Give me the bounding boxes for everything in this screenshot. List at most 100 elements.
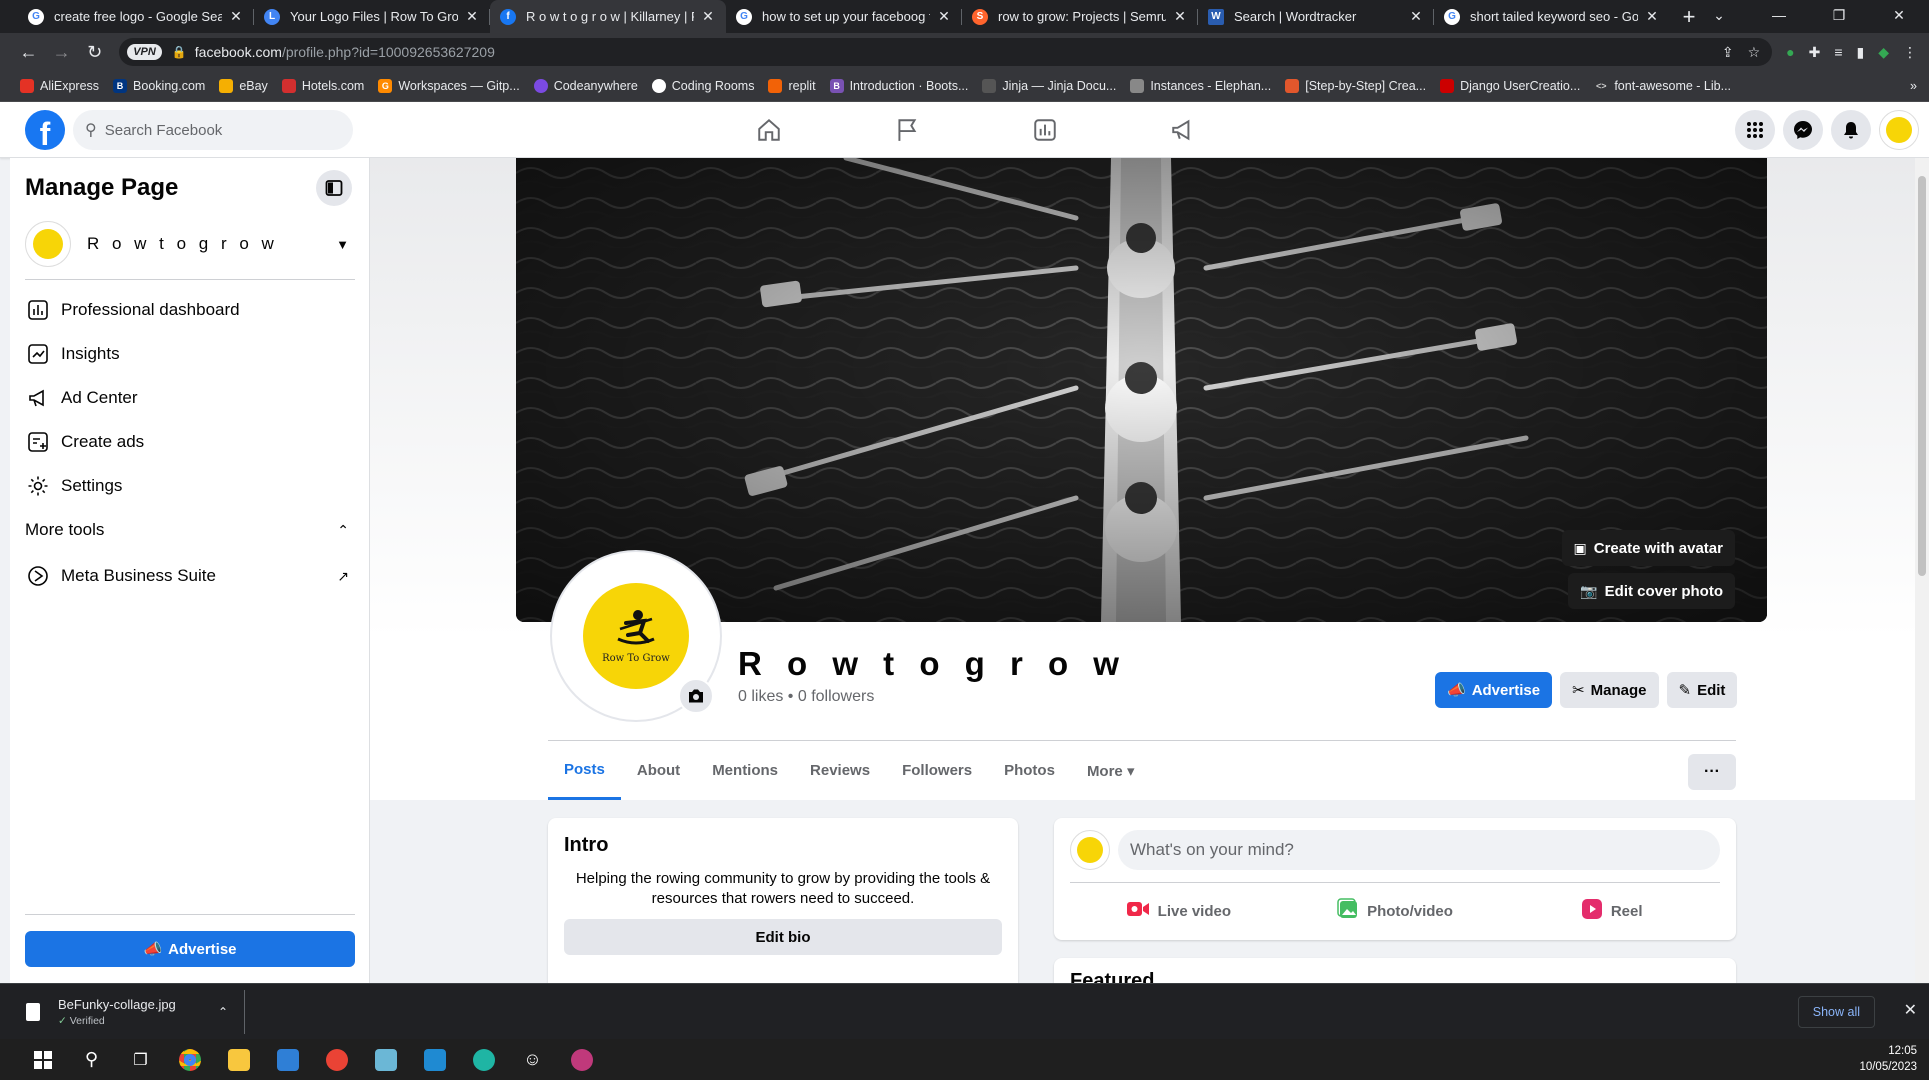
bookmark-replit[interactable]: replit [768,79,816,93]
show-all-downloads-button[interactable]: Show all [1797,996,1875,1028]
menu-kebab-icon[interactable]: ⋮ [1903,44,1917,61]
bookmark-step-by-step[interactable]: [Step-by-Step] Crea... [1285,79,1426,93]
home-icon[interactable] [700,102,838,158]
close-tab-icon[interactable]: ✕ [1408,8,1424,25]
extensions-puzzle-icon[interactable]: ✚ [1809,44,1821,61]
facebook-search-input[interactable]: ⚲ Search Facebook [73,110,353,150]
bookmark-booking[interactable]: B Booking.com [113,79,205,93]
slack-icon[interactable] [557,1039,606,1080]
bookmark-gitpod[interactable]: G Workspaces — Gitp... [378,79,520,93]
file-explorer-icon[interactable] [214,1039,263,1080]
browser-tab[interactable]: G how to set up your faceboog to ✕ [726,0,962,33]
account-avatar[interactable] [1879,110,1919,150]
messenger-icon[interactable] [1783,110,1823,150]
restore-icon[interactable]: ❐ [1809,0,1869,30]
vpn-badge[interactable]: VPN [127,44,162,60]
share-icon[interactable]: ⇪ [1722,44,1734,61]
forward-icon[interactable]: → [45,35,78,69]
lock-icon[interactable]: 🔒 [172,45,187,59]
windows-start-icon[interactable] [18,1039,67,1080]
update-profile-photo-camera-icon[interactable] [678,678,714,714]
insights-chart-icon[interactable] [976,102,1114,158]
browser-tab[interactable]: L Your Logo Files | Row To Grow | ✕ [254,0,490,33]
profile-shield-icon[interactable]: ◆ [1878,44,1889,61]
mail-icon[interactable] [263,1039,312,1080]
bookmark-bootstrap[interactable]: B Introduction · Boots... [829,79,968,93]
facebook-logo-icon[interactable]: f [25,110,65,150]
pages-flag-icon[interactable] [838,102,976,158]
close-tab-icon[interactable]: ✕ [700,8,716,25]
reload-icon[interactable]: ↻ [78,35,111,69]
reel-button[interactable]: Reel [1503,891,1720,931]
manage-button[interactable]: ✂ Manage [1560,672,1659,708]
sidebar-item-meta-business-suite[interactable]: Meta Business Suite ↗ [25,554,355,598]
back-icon[interactable]: ← [12,35,45,69]
tab-reviews[interactable]: Reviews [794,741,886,800]
megaphone-nav-icon[interactable] [1114,102,1252,158]
extension-lock-icon[interactable]: ● [1786,44,1794,60]
side-panel-icon[interactable]: ▮ [1857,44,1865,61]
bookmark-hotels[interactable]: Hotels.com [281,79,364,93]
close-window-icon[interactable]: ✕ [1869,0,1929,30]
sidebar-item-professional-dashboard[interactable]: Professional dashboard [25,288,355,332]
browser-tab[interactable]: S row to grow: Projects | Semrush ✕ [962,0,1198,33]
tab-posts[interactable]: Posts [548,741,621,800]
emoji-app-icon[interactable]: ☺ [508,1039,557,1080]
post-input[interactable]: What's on your mind? [1118,830,1720,870]
chrome-taskbar-icon[interactable] [165,1039,214,1080]
browser-tab[interactable]: G short tailed keyword seo - Goog ✕ [1434,0,1670,33]
scrollbar-thumb[interactable] [1918,176,1926,576]
close-downloads-icon[interactable]: ✕ [1904,1000,1917,1020]
tab-search-icon[interactable]: ⌄ [1689,0,1749,30]
notifications-bell-icon[interactable] [1831,110,1871,150]
composer-avatar[interactable] [1070,830,1110,870]
page-switcher[interactable]: R o w t o g r o w ▼ [25,216,355,272]
tab-mentions[interactable]: Mentions [696,741,794,800]
menu-grid-icon[interactable] [1735,110,1775,150]
tab-about[interactable]: About [621,741,696,800]
advertise-button[interactable]: 📣 Advertise [1435,672,1553,708]
more-bookmarks-icon[interactable]: » [1910,79,1917,93]
close-tab-icon[interactable]: ✕ [228,8,244,25]
tab-more[interactable]: More ▾ [1071,741,1151,800]
bookmark-ebay[interactable]: eBay [219,79,268,93]
bookmark-font-awesome[interactable]: <> font-awesome - Lib... [1594,79,1731,93]
bookmark-aliexpress[interactable]: AliExpress [20,79,99,93]
taskbar-search-icon[interactable]: ⚲ [67,1039,116,1080]
chrome-profile-icon[interactable] [312,1039,361,1080]
close-tab-icon[interactable]: ✕ [1644,8,1660,25]
browser-tab[interactable]: W Search | Wordtracker ✕ [1198,0,1434,33]
sidebar-item-create-ads[interactable]: Create ads [25,420,355,464]
more-options-button[interactable]: ··· [1688,754,1736,790]
sidebar-item-insights[interactable]: Insights [25,332,355,376]
url-field[interactable]: VPN 🔒 facebook.com/profile.php?id=100092… [119,38,1773,66]
system-clock[interactable]: 12:05 10/05/2023 [1859,1043,1917,1075]
close-tab-icon[interactable]: ✕ [464,8,480,25]
page-stats[interactable]: 0 likes • 0 followers [738,688,874,706]
tab-followers[interactable]: Followers [886,741,988,800]
bookmark-django[interactable]: Django UserCreatio... [1440,79,1580,93]
reading-list-icon[interactable]: ≡ [1834,44,1842,60]
photo-video-button[interactable]: Photo/video [1287,891,1504,931]
edit-button[interactable]: ✎ Edit [1666,672,1738,708]
edit-bio-button[interactable]: Edit bio [564,919,1002,955]
page-scrollbar[interactable] [1915,158,1929,983]
edge-icon[interactable] [459,1039,508,1080]
download-item[interactable]: BeFunky-collage.jpg ✓ Verified ⌃ [20,990,245,1034]
vscode-icon[interactable] [410,1039,459,1080]
bookmark-star-icon[interactable]: ☆ [1748,44,1761,61]
close-tab-icon[interactable]: ✕ [1172,8,1188,25]
bookmark-elephant[interactable]: Instances - Elephan... [1130,79,1271,93]
tab-photos[interactable]: Photos [988,741,1071,800]
more-tools-toggle[interactable]: More tools ⌃ [25,520,355,540]
sidebar-item-settings[interactable]: Settings [25,464,355,508]
create-with-avatar-button[interactable]: ▣ Create with avatar [1561,530,1735,566]
sidebar-advertise-button[interactable]: 📣 Advertise [25,931,355,967]
live-video-button[interactable]: Live video [1070,891,1287,931]
bookmark-coding-rooms[interactable]: Coding Rooms [651,79,754,93]
browser-tab-active[interactable]: f R o w t o g r o w | Killarney | Fac ✕ [490,0,726,33]
edit-cover-photo-button[interactable]: 📷 Edit cover photo [1568,573,1735,609]
browser-tab[interactable]: G create free logo - Google Search ✕ [18,0,254,33]
app-icon[interactable] [361,1039,410,1080]
minimize-icon[interactable]: — [1749,0,1809,30]
